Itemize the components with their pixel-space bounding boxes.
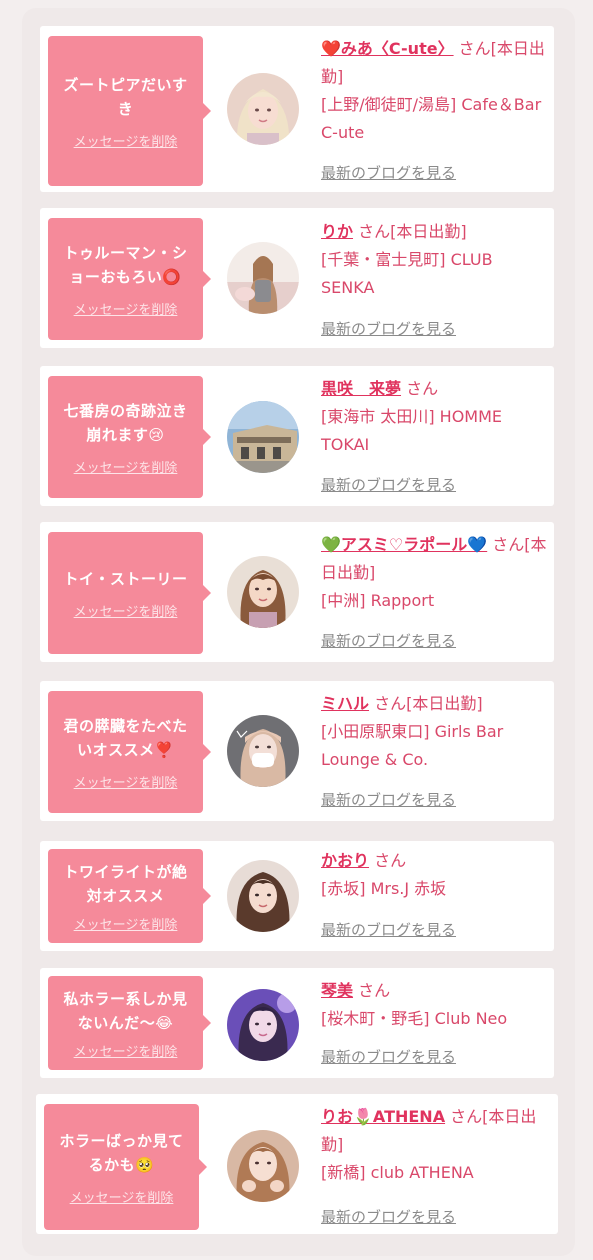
delete-message-button[interactable]: メッセージを削除 — [70, 1187, 174, 1206]
message-bubble: トイ・ストーリー メッセージを削除 — [48, 532, 211, 654]
list-item: 私ホラー系しか見ないんだ〜😂 メッセージを削除 琴美 さん [桜木町・野毛] C… — [40, 968, 554, 1078]
store-name: [赤坂] Mrs.J 赤坂 — [321, 879, 447, 898]
message-text: 七番房の奇跡泣き崩れます😢 — [63, 401, 188, 444]
store-name: [中洲] Rapport — [321, 591, 435, 610]
latest-blog-link[interactable]: 最新のブログを見る — [321, 1046, 456, 1067]
latest-blog-link[interactable]: 最新のブログを見る — [321, 162, 456, 183]
latest-blog-link[interactable]: 最新のブログを見る — [321, 919, 456, 940]
message-text: ズートピアだいすき — [63, 75, 188, 118]
avatar[interactable] — [227, 989, 299, 1061]
name-suffix: さん — [358, 981, 391, 1000]
message-bubble: トワイライトが絶対オススメ メッセージを削除 — [48, 849, 211, 943]
message-bubble: 私ホラー系しか見ないんだ〜😂 メッセージを削除 — [48, 976, 211, 1070]
delete-message-button[interactable]: メッセージを削除 — [74, 772, 178, 791]
name-suffix: さん — [374, 851, 407, 870]
latest-blog-link[interactable]: 最新のブログを見る — [321, 318, 456, 339]
delete-message-button[interactable]: メッセージを削除 — [74, 299, 178, 318]
name-suffix: さん[本日出勤] — [374, 694, 483, 713]
name-suffix: さん[本日出勤] — [358, 222, 467, 241]
avatar[interactable] — [227, 401, 299, 473]
store-name: [桜木町・野毛] Club Neo — [321, 1009, 508, 1028]
name-suffix: さん — [406, 379, 439, 398]
message-text: トイ・ストーリー — [63, 569, 188, 588]
cast-name-link[interactable]: ❤️みあ〈C-ute〉 — [321, 39, 454, 58]
list-item: トワイライトが絶対オススメ メッセージを削除 かおり さん [赤坂] Mrs.J… — [40, 841, 554, 951]
cast-name-link[interactable]: 黒咲 来夢 — [321, 379, 401, 398]
store-info: 琴美 さん [桜木町・野毛] Club Neo — [321, 977, 547, 1033]
delete-message-button[interactable]: メッセージを削除 — [74, 131, 178, 150]
cast-name-link[interactable]: ミハル — [321, 694, 369, 713]
list-item: トゥルーマン・ショーおもろい⭕ メッセージを削除 りか さん[本日出勤] [千葉… — [40, 208, 554, 348]
list-item: 君の膵臓をたべたいオススメ❣️ メッセージを削除 ミハル さん[本日出勤] [小… — [40, 681, 554, 821]
delete-message-button[interactable]: メッセージを削除 — [74, 457, 178, 476]
delete-message-button[interactable]: メッセージを削除 — [74, 601, 178, 620]
message-bubble: ズートピアだいすき メッセージを削除 — [48, 36, 211, 186]
store-name: [上野/御徒町/湯島] Cafe＆Bar C-ute — [321, 95, 542, 142]
store-name: [新橋] club ATHENA — [321, 1163, 474, 1182]
cast-name-link[interactable]: 💚アスミ♡ラポール💙 — [321, 535, 487, 554]
store-info: りか さん[本日出勤] [千葉・富士見町] CLUB SENKA — [321, 218, 547, 302]
latest-blog-link[interactable]: 最新のブログを見る — [321, 474, 456, 495]
cast-name-link[interactable]: 琴美 — [321, 981, 353, 1000]
list-item: 七番房の奇跡泣き崩れます😢 メッセージを削除 黒咲 来夢 さん [東海市 太田川… — [40, 366, 554, 506]
list-item: ホラーばっか見てるかも🥺 メッセージを削除 りお🌷ATHENA さん[本日出勤]… — [36, 1094, 558, 1234]
store-info: ❤️みあ〈C-ute〉 さん[本日出勤] [上野/御徒町/湯島] Cafe＆Ba… — [321, 35, 547, 147]
message-text: ホラーばっか見てるかも🥺 — [59, 1131, 184, 1174]
latest-blog-link[interactable]: 最新のブログを見る — [321, 630, 456, 651]
message-bubble: 七番房の奇跡泣き崩れます😢 メッセージを削除 — [48, 376, 211, 498]
message-text: トゥルーマン・ショーおもろい⭕ — [63, 243, 188, 286]
message-text: トワイライトが絶対オススメ — [63, 862, 188, 905]
avatar[interactable] — [227, 860, 299, 932]
message-text: 私ホラー系しか見ないんだ〜😂 — [63, 989, 188, 1032]
message-bubble: 君の膵臓をたべたいオススメ❣️ メッセージを削除 — [48, 691, 211, 813]
store-info: かおり さん [赤坂] Mrs.J 赤坂 — [321, 847, 547, 903]
store-name: [千葉・富士見町] CLUB SENKA — [321, 250, 493, 297]
store-name: [小田原駅東口] Girls Bar Lounge & Co. — [321, 722, 504, 769]
cast-name-link[interactable]: りか — [321, 222, 353, 241]
message-text: 君の膵臓をたべたいオススメ❣️ — [63, 716, 188, 759]
cast-name-link[interactable]: かおり — [321, 851, 369, 870]
avatar[interactable] — [227, 242, 299, 314]
store-info: 💚アスミ♡ラポール💙 さん[本日出勤] [中洲] Rapport — [321, 531, 547, 615]
cast-name-link[interactable]: りお🌷ATHENA — [321, 1107, 445, 1126]
avatar[interactable] — [227, 73, 299, 145]
store-name: [東海市 太田川] HOMME TOKAI — [321, 407, 503, 454]
avatar[interactable] — [227, 715, 299, 787]
message-bubble: ホラーばっか見てるかも🥺 メッセージを削除 — [44, 1104, 207, 1230]
delete-message-button[interactable]: メッセージを削除 — [74, 914, 178, 933]
avatar[interactable] — [227, 1130, 299, 1202]
list-item: ズートピアだいすき メッセージを削除 ❤️みあ〈C-ute〉 さん[本日出勤] … — [40, 26, 554, 192]
list-item: トイ・ストーリー メッセージを削除 💚アスミ♡ラポール💙 さん[本日出勤] [中… — [40, 522, 554, 662]
store-info: ミハル さん[本日出勤] [小田原駅東口] Girls Bar Lounge &… — [321, 690, 547, 774]
store-info: 黒咲 来夢 さん [東海市 太田川] HOMME TOKAI — [321, 375, 547, 459]
delete-message-button[interactable]: メッセージを削除 — [74, 1041, 178, 1060]
latest-blog-link[interactable]: 最新のブログを見る — [321, 1206, 456, 1227]
latest-blog-link[interactable]: 最新のブログを見る — [321, 789, 456, 810]
avatar[interactable] — [227, 556, 299, 628]
store-info: りお🌷ATHENA さん[本日出勤] [新橋] club ATHENA — [321, 1103, 551, 1187]
message-bubble: トゥルーマン・ショーおもろい⭕ メッセージを削除 — [48, 218, 211, 340]
